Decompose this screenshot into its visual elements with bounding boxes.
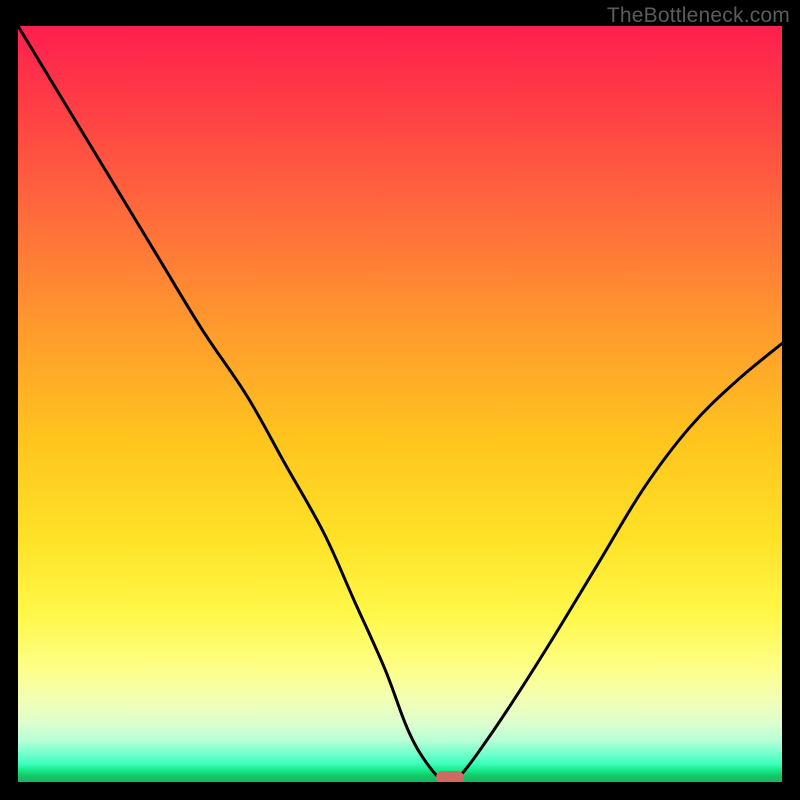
watermark-label: TheBottleneck.com xyxy=(607,4,790,28)
optimum-marker xyxy=(436,771,464,782)
chart-frame: TheBottleneck.com xyxy=(0,0,800,800)
plot-area xyxy=(18,26,782,782)
bottleneck-curve xyxy=(18,26,782,782)
curve-path xyxy=(18,26,782,782)
